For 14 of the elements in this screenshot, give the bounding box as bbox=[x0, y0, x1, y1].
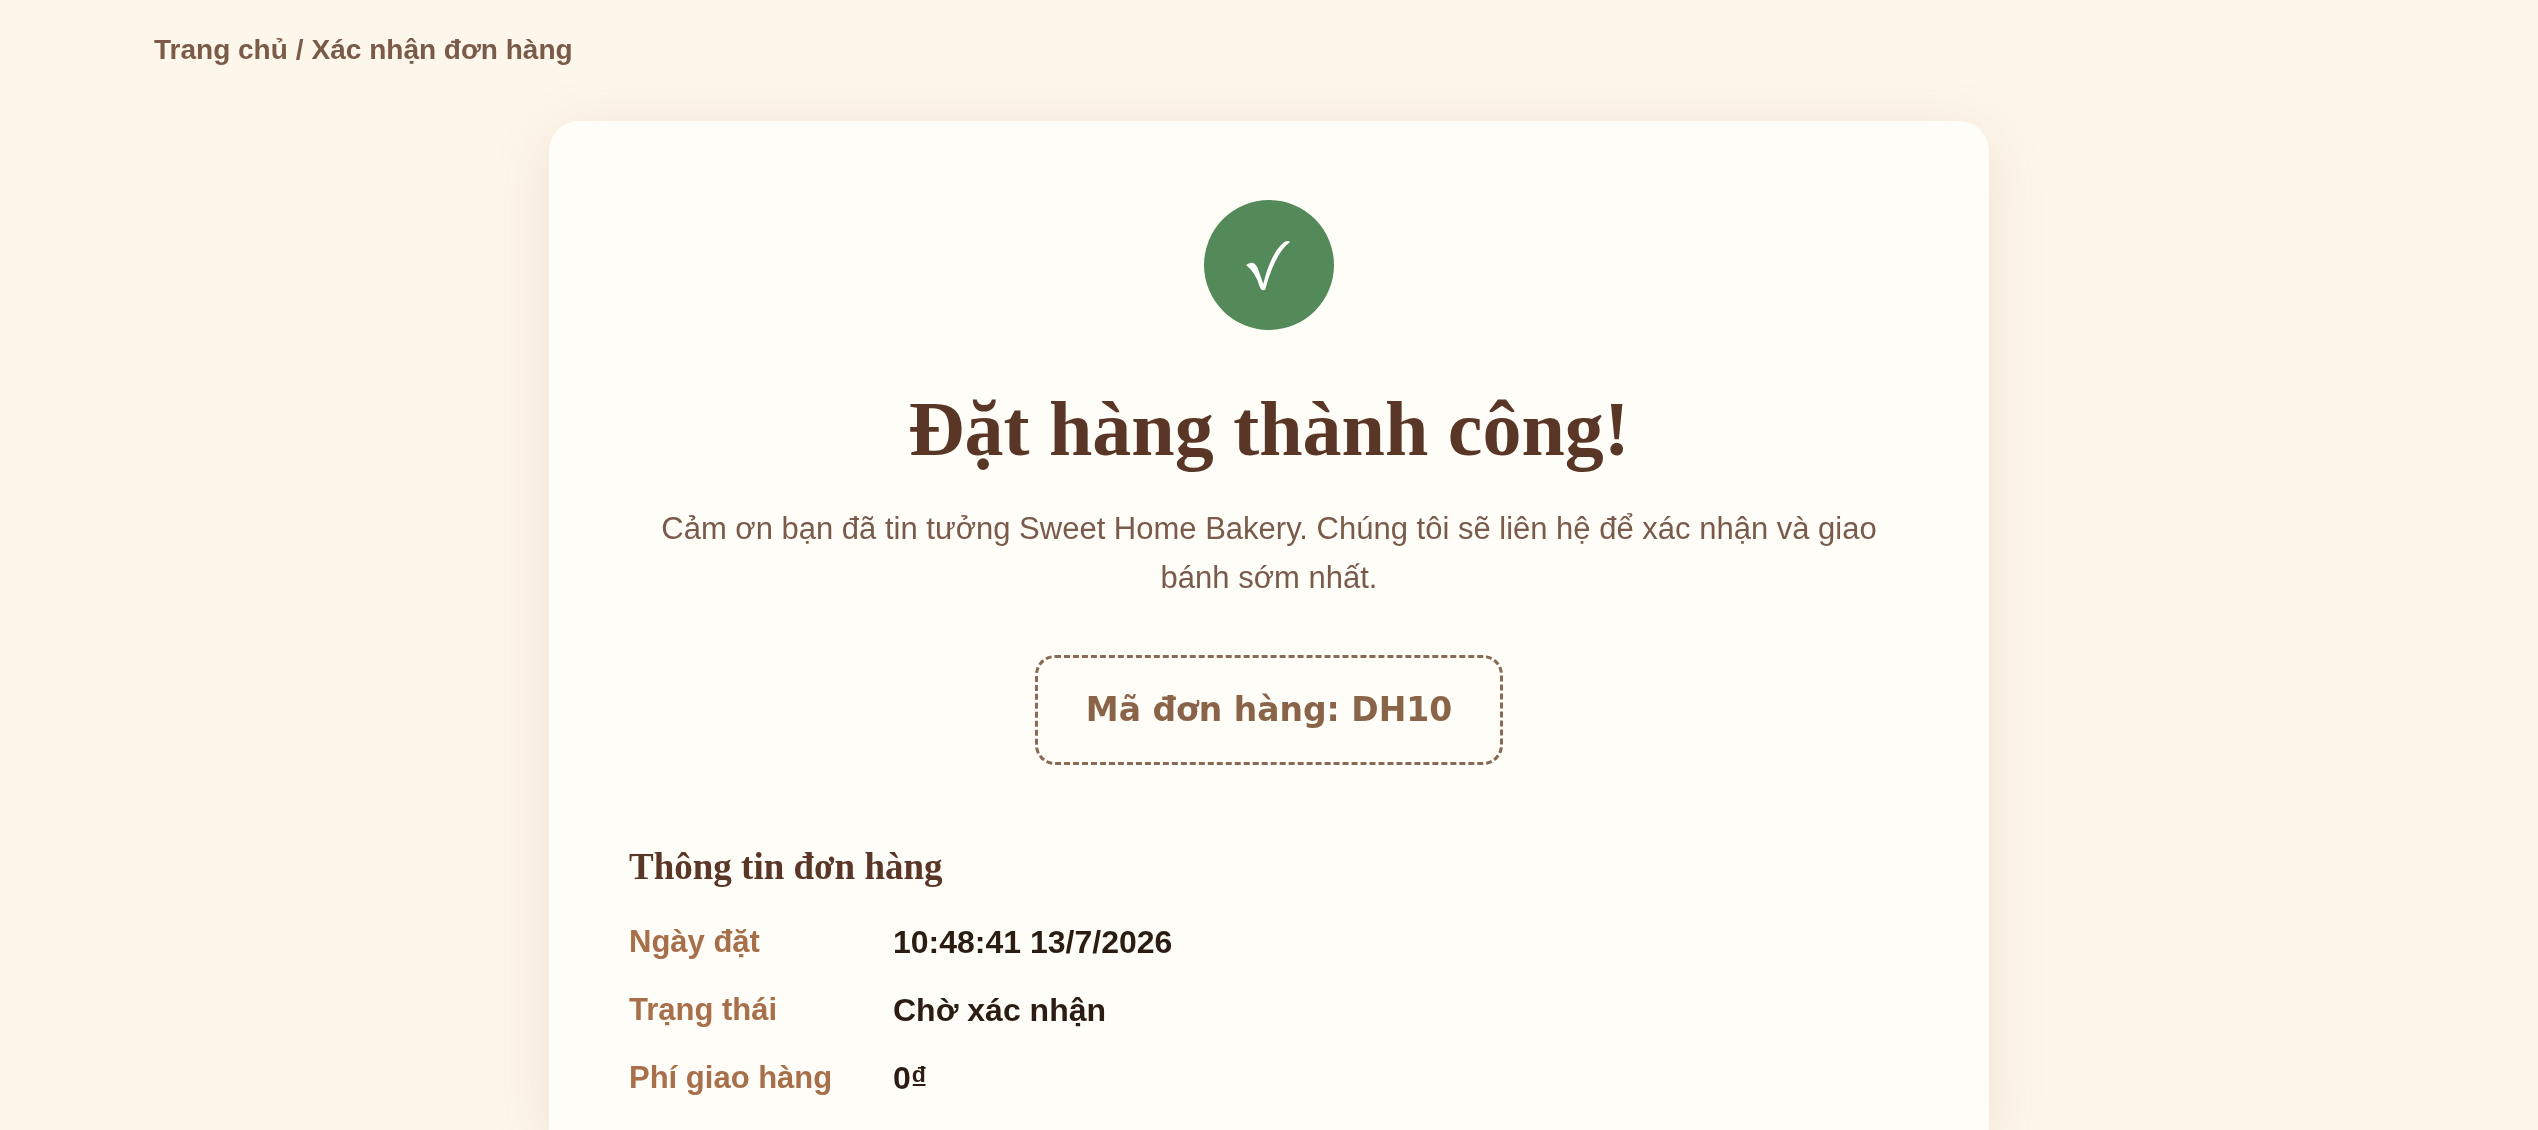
breadcrumb-link[interactable]: Trang chủ bbox=[154, 34, 288, 65]
check-circle-icon bbox=[1204, 200, 1334, 330]
order-code: Mã đơn hàng: DH10 bbox=[1034, 655, 1504, 765]
info-label: Trạng thái bbox=[629, 991, 778, 1027]
breadcrumb-current: Xác nhận đơn hàng bbox=[311, 34, 573, 65]
info-value: 10:48:41 13/7/2026 bbox=[893, 923, 1173, 962]
info-value: Chờ xác nhận bbox=[893, 991, 1106, 1030]
info-label: Ngày đặt bbox=[629, 923, 760, 959]
confirmation-message: Cảm ơn bạn đã tin tưởng Sweet Home Bakery. Chúng tôi sẽ liên hệ để xác nhận và giao bánh sớm nhất. bbox=[660, 510, 1878, 597]
breadcrumb-separator: / bbox=[295, 34, 304, 65]
page-title: Đặt hàng thành công! bbox=[908, 384, 1630, 473]
info-label: Phí giao hàng bbox=[629, 1059, 833, 1095]
section-title: Thông tin đơn hàng bbox=[629, 845, 944, 888]
info-value: 0₫ bbox=[893, 1059, 928, 1098]
